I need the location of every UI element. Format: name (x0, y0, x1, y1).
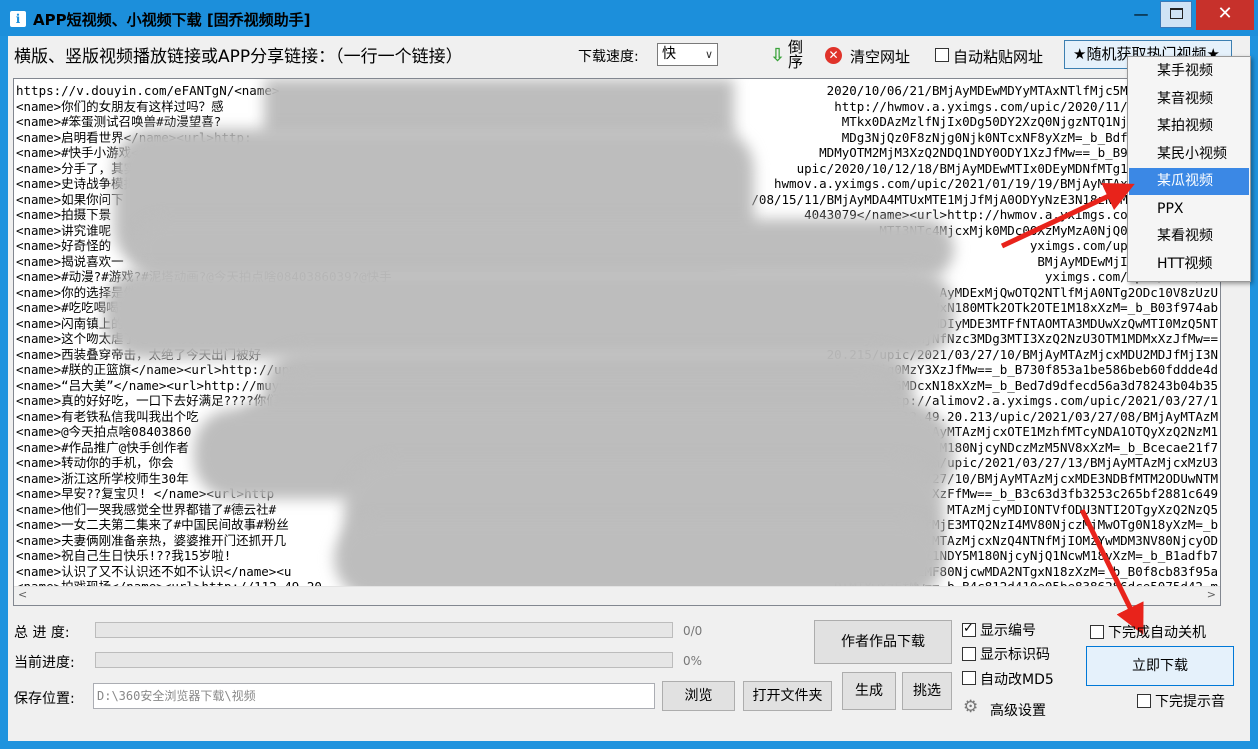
done-sound-checkbox[interactable] (1137, 694, 1151, 708)
menu-item[interactable]: 某音视频 (1129, 86, 1249, 113)
show-tag-checkbox[interactable] (962, 647, 976, 661)
total-progress-bar (95, 622, 673, 638)
link-line-tail: 3/27/10/BMjAyMTAzMjcxMDE3NDBfMTM2ODUwNTM (916, 470, 1218, 486)
total-progress-value: 0/0 (683, 624, 703, 638)
platform-menu: 某手视频 某音视频 某拍视频 某民小视频 某瓜视频 PPX 某看视频 HTT视频 (1127, 56, 1251, 282)
browse-button[interactable]: 浏览 (662, 681, 735, 711)
show-tag-label: 显示标识码 (980, 647, 1050, 663)
link-line: <name>揭说喜欢一 (16, 253, 124, 269)
clear-icon[interactable]: ✕ (825, 47, 842, 64)
menu-item[interactable]: PPX (1129, 196, 1249, 223)
menu-item[interactable]: 某拍视频 (1129, 113, 1249, 140)
auto-shutdown-label: 下完成自动关机 (1108, 625, 1206, 641)
speed-value: 快 (662, 46, 676, 62)
arrow-down-icon[interactable]: ⇩ (770, 45, 785, 66)
link-line: <name>拍摄下景 (16, 207, 112, 222)
auto-paste-checkbox[interactable] (935, 48, 949, 62)
download-now-button[interactable]: 立即下载 (1086, 646, 1234, 686)
link-line: <name>有老铁私信我叫我出个吃 (16, 408, 199, 424)
link-line: <name>祝自己生日快乐!??我15岁啦! (16, 548, 232, 563)
link-line-tail: MTUxN180MTk2OTk2OTE1M18xXzM=_b_B03f974ab (916, 300, 1218, 315)
menu-item[interactable]: 某手视频 (1129, 58, 1249, 85)
link-line-tail: 4NzI1NDY5M180NjcyNjQ1NcwM18yXzM=_b_B1adf… (901, 548, 1218, 563)
pick-button[interactable]: 挑选 (902, 672, 952, 710)
link-line: <name>浙江这所学校师生30年 (16, 470, 189, 486)
blur-region (104, 269, 954, 359)
auto-shutdown-checkbox[interactable] (1090, 625, 1104, 639)
app-icon: i (10, 11, 26, 27)
auto-paste-label: 自动粘贴网址 (953, 48, 1044, 66)
window-title: APP短视频、小视频下载 [固乔视频助手] (33, 11, 311, 29)
generate-button[interactable]: 生成 (842, 672, 896, 710)
links-textarea[interactable]: https://v.douyin.com/eFANTgN/<name> <name… (13, 78, 1221, 606)
scroll-right-icon[interactable]: > (1207, 588, 1216, 601)
menu-item[interactable]: 某瓜视频 (1129, 168, 1249, 195)
done-sound-label: 下完提示音 (1155, 694, 1225, 710)
link-line: <name>#作品推广@快手创作者 (16, 439, 189, 455)
menu-item[interactable]: 某看视频 (1129, 223, 1249, 250)
auto-md5-checkbox[interactable] (962, 671, 976, 685)
minimize-button[interactable]: — (1126, 0, 1156, 30)
link-line: <name>他们一哭我感觉全世界都错了#德云社# (16, 501, 277, 517)
current-progress-label: 当前进度: (14, 655, 75, 671)
current-progress-value: 0% (683, 654, 703, 668)
link-line: <name>真的好好吃，一口下去好满足????你们 (16, 393, 279, 408)
link-line: <name>夫妻俩刚准备亲热，婆婆推开门还抓开几 (16, 532, 287, 548)
save-location-label: 保存位置: (14, 691, 75, 707)
current-progress-bar (95, 652, 673, 668)
link-line-tail: MTAzMjcxNzQ4NTNfMjIOMzYwMDM3NV80NjcyOD (932, 532, 1218, 548)
show-number-checkbox[interactable] (962, 621, 976, 637)
link-line: <name>一女二夫第二集来了#中国民间故事#粉丝 (16, 517, 289, 532)
link-line: <name>讲究谁呢 (16, 222, 112, 238)
link-line: https://v.douyin.com/eFANTgN/<name> (16, 83, 280, 98)
link-line: <name>你们的女朋友有这样过吗？感 (16, 98, 224, 114)
speed-label: 下载速度: (578, 49, 639, 65)
speed-select[interactable]: 快 ∨ (657, 43, 718, 66)
chevron-down-icon: ∨ (704, 48, 713, 61)
open-folder-button[interactable]: 打开文件夹 (743, 681, 832, 711)
total-progress-label: 总 进 度: (14, 625, 70, 641)
instruction-label: 横版、竖版视频播放链接或APP分享链接：（一行一个链接） (14, 47, 463, 67)
link-line-tail: VfMjE3MTQ2NzI4MV80NjczMjMwOTg0N18yXzM=_b (916, 517, 1218, 532)
link-line: <name>@今天拍点啥08403860 (16, 424, 192, 439)
scroll-left-icon[interactable]: < (18, 588, 27, 601)
link-line: <name>如果你问下 (16, 191, 124, 207)
link-line-tail: MTAzMjcyMDIONTVfODU3NTI2OTgyXzQ2NzQ5 (947, 501, 1218, 517)
clear-urls-button[interactable]: 清空网址 (850, 46, 910, 67)
link-line: <name>#朕的正篮旗</name><url>http://upm (16, 362, 297, 377)
link-line: <name>#笨蛋测试召唤兽#动漫望喜? (16, 114, 222, 129)
gear-icon[interactable]: ⚙ (963, 699, 978, 716)
save-path-input[interactable]: D:\360安全浏览器下载\视频 (93, 683, 655, 709)
auto-md5-label: 自动改MD5 (980, 672, 1054, 688)
link-line: <name>好奇怪的 (16, 238, 112, 253)
menu-item[interactable]: 某民小视频 (1129, 141, 1249, 168)
maximize-button[interactable] (1160, 1, 1192, 28)
menu-item[interactable]: HTT视频 (1129, 251, 1249, 278)
link-line-tail: XzFfMw==_b_B3c63d3fb3253c265bf2881c649 (932, 486, 1218, 501)
link-line: <name>认识了又不认识还不如不认识</name><u (16, 563, 292, 579)
horizontal-scrollbar[interactable]: < > (14, 586, 1220, 605)
maximize-icon (1169, 8, 1183, 19)
close-button[interactable]: ✕ (1196, 0, 1254, 30)
link-line: <name>转动你的手机，你会 (16, 455, 174, 470)
reverse-button[interactable]: 倒序 (788, 40, 804, 70)
show-number-label: 显示编号 (980, 623, 1036, 639)
link-line: <name>“吕大美”</name><url>http://muymov (16, 377, 302, 393)
advanced-settings-link[interactable]: 高级设置 (990, 700, 1046, 720)
author-works-download-button[interactable]: 作者作品下载 (814, 620, 952, 664)
link-line-tail: AyMDExMjQwOTQ2NTlfMjA0NTg2ODc10V8zUzU (939, 284, 1218, 300)
